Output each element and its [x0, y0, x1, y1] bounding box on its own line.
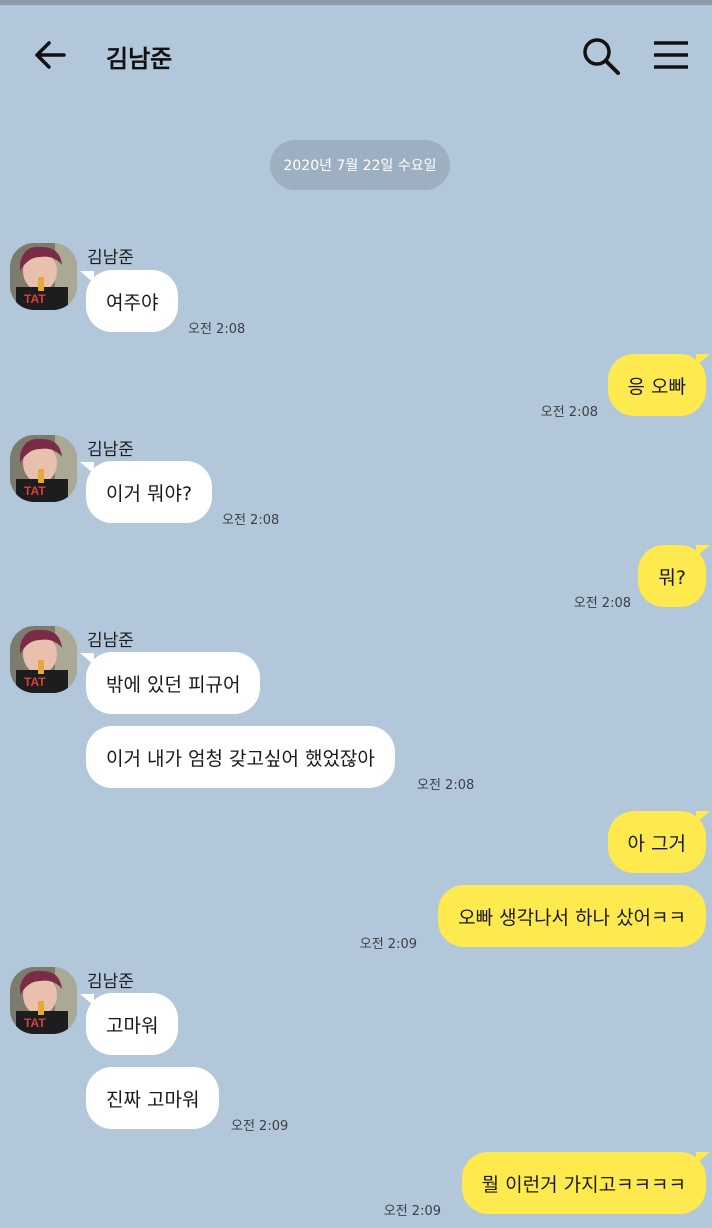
message-time: 오전 2:09 — [231, 1119, 289, 1134]
bubble-tail — [696, 354, 710, 366]
search-icon[interactable] — [578, 33, 624, 79]
sender-name: 김남준 — [87, 631, 134, 651]
sender-name: 김남준 — [87, 440, 134, 460]
message-bubble-incoming[interactable]: 진짜 고마워 — [86, 1067, 220, 1129]
svg-text:TAT: TAT — [24, 675, 46, 689]
avatar[interactable]: TAT — [10, 967, 77, 1034]
svg-text:TAT: TAT — [24, 292, 46, 306]
message-bubble-incoming[interactable]: 이거 내가 엄청 갖고싶어 했었잖아 — [86, 726, 395, 788]
message-bubble-outgoing[interactable]: 아 그거 — [607, 811, 706, 873]
message-time: 오전 2:08 — [540, 405, 598, 420]
message-bubble-incoming[interactable]: 이거 뭐야? — [86, 461, 213, 523]
message-time: 오전 2:08 — [417, 778, 475, 793]
sender-name: 김남준 — [87, 248, 134, 268]
message-time: 오전 2:08 — [222, 513, 280, 528]
avatar[interactable]: TAT — [10, 243, 77, 310]
avatar[interactable]: TAT — [10, 435, 77, 502]
date-divider: 2020년 7월 22일 수요일 — [270, 140, 450, 190]
message-bubble-outgoing[interactable]: 뭘 이런거 가지고ㅋㅋㅋㅋ — [461, 1152, 706, 1214]
message-time: 오전 2:08 — [573, 596, 631, 611]
message-bubble-outgoing[interactable]: 오빠 생각나서 하나 샀어ㅋㅋ — [438, 885, 706, 947]
bubble-tail — [696, 1152, 710, 1164]
chat-header: 김남준 — [0, 5, 712, 101]
chat-title: 김남준 — [106, 45, 173, 73]
message-bubble-outgoing[interactable]: 응 오빠 — [607, 354, 706, 416]
svg-text:TAT: TAT — [24, 484, 46, 498]
message-time: 오전 2:09 — [383, 1204, 441, 1219]
svg-text:TAT: TAT — [24, 1016, 46, 1030]
message-bubble-incoming[interactable]: 고마워 — [86, 993, 179, 1055]
hamburger-menu-icon[interactable] — [650, 35, 692, 75]
sender-name: 김남준 — [87, 972, 134, 992]
bubble-tail — [696, 545, 710, 557]
avatar[interactable]: TAT — [10, 626, 77, 693]
message-time: 오전 2:08 — [188, 322, 246, 337]
arrow-left-icon[interactable] — [30, 35, 70, 75]
bubble-tail — [696, 811, 710, 823]
message-bubble-incoming[interactable]: 밖에 있던 피규어 — [86, 652, 261, 714]
message-bubble-incoming[interactable]: 여주야 — [86, 270, 179, 332]
message-time: 오전 2:09 — [359, 937, 417, 952]
